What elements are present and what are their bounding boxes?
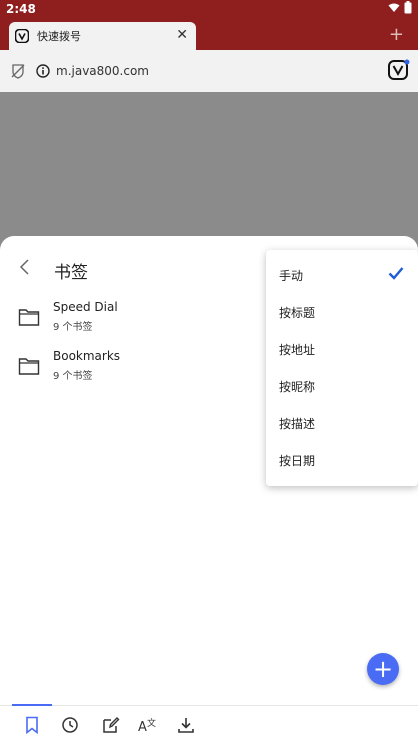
plus-icon: +: [372, 655, 394, 683]
active-tab-indicator: [12, 704, 52, 706]
bookmark-icon[interactable]: [23, 716, 41, 734]
sort-by-address[interactable]: 按地址: [266, 330, 418, 367]
history-icon[interactable]: [61, 716, 79, 734]
sort-manual[interactable]: 手动: [266, 256, 418, 293]
back-arrow-icon[interactable]: [18, 258, 32, 276]
panel-tab-bar: A文: [0, 704, 418, 745]
new-tab-button[interactable]: +: [389, 24, 404, 45]
tab-bar: 快速拨号 ✕ +: [0, 18, 418, 50]
wifi-icon: [388, 3, 400, 12]
folder-count: 9 个书签: [53, 322, 93, 333]
folder-name: Speed Dial: [53, 300, 118, 314]
sort-by-date[interactable]: 按日期: [266, 441, 418, 478]
info-icon[interactable]: [36, 64, 50, 78]
tab-speed-dial[interactable]: 快速拨号 ✕: [9, 22, 196, 50]
tab-title: 快速拨号: [37, 30, 81, 43]
folder-name: Bookmarks: [53, 349, 121, 363]
folder-count: 9 个书签: [53, 371, 93, 382]
tracker-blocker-icon[interactable]: [10, 63, 26, 79]
sort-by-description[interactable]: 按描述: [266, 404, 418, 441]
notes-icon[interactable]: [102, 716, 120, 734]
menu-item-label: 手动: [279, 269, 304, 283]
vivaldi-icon: [15, 29, 29, 43]
status-bar: 2:48: [0, 0, 418, 18]
menu-item-label: 按地址: [279, 343, 316, 357]
panel-title: 书签: [54, 263, 88, 283]
svg-text:A: A: [138, 720, 147, 734]
battery-icon: [404, 1, 412, 14]
menu-item-label: 按昵称: [279, 380, 316, 394]
add-button[interactable]: +: [367, 653, 399, 685]
status-time: 2:48: [6, 2, 36, 16]
url-field[interactable]: m.java800.com: [6, 57, 380, 85]
vivaldi-menu-icon[interactable]: [388, 59, 410, 81]
download-icon[interactable]: [177, 716, 195, 734]
url-text: m.java800.com: [56, 64, 149, 78]
folder-icon: [18, 309, 40, 326]
sort-by-nickname[interactable]: 按昵称: [266, 367, 418, 404]
svg-text:文: 文: [147, 717, 156, 729]
menu-item-label: 按标题: [279, 306, 316, 320]
translate-icon[interactable]: A文: [138, 716, 158, 734]
folder-icon: [18, 358, 40, 375]
sort-by-title[interactable]: 按标题: [266, 293, 418, 330]
address-bar: m.java800.com: [0, 50, 418, 92]
menu-item-label: 按描述: [279, 417, 316, 431]
checkmark-icon: [388, 267, 404, 280]
sort-menu: 手动 按标题 按地址 按昵称 按描述 按日期: [266, 250, 418, 486]
menu-item-label: 按日期: [279, 454, 316, 468]
close-icon[interactable]: ✕: [176, 27, 188, 43]
